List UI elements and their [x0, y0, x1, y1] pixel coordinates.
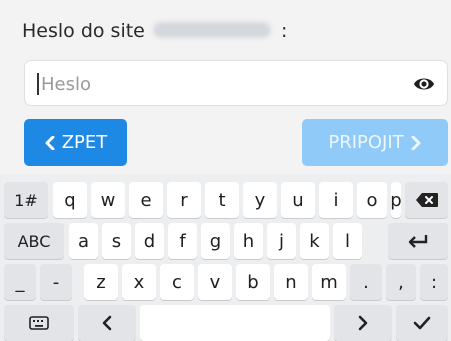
arrow-right-icon: [358, 315, 368, 331]
key-space[interactable]: [140, 305, 330, 341]
key-enter[interactable]: [388, 223, 448, 259]
key-v[interactable]: v: [198, 264, 232, 300]
key-w[interactable]: w: [91, 182, 125, 218]
arrow-left-icon: [102, 315, 112, 331]
key-g[interactable]: g: [201, 223, 230, 259]
key-period[interactable]: .: [350, 264, 382, 300]
checkmark-icon: [413, 316, 431, 330]
key-u[interactable]: u: [281, 182, 315, 218]
prompt-suffix: :: [280, 20, 288, 42]
key-e[interactable]: e: [129, 182, 163, 218]
backspace-icon: [415, 193, 438, 207]
connect-button-label: PRIPOJIT: [328, 132, 404, 153]
network-name-redacted: [152, 22, 271, 38]
key-c[interactable]: c: [160, 264, 194, 300]
key-t[interactable]: t: [205, 182, 239, 218]
key-y[interactable]: y: [243, 182, 277, 218]
key-o[interactable]: o: [357, 182, 387, 218]
on-screen-keyboard: 1# q w e r t y u i o p ABC a s d f g h j…: [0, 174, 451, 341]
key-cursor-left[interactable]: [78, 305, 136, 341]
key-s[interactable]: s: [102, 223, 131, 259]
key-comma[interactable]: ,: [386, 264, 416, 300]
key-n[interactable]: n: [274, 264, 308, 300]
chevron-right-icon: [411, 135, 421, 150]
prompt-label: Heslo do site: [22, 20, 145, 42]
password-field[interactable]: [24, 60, 448, 106]
key-l[interactable]: l: [333, 223, 362, 259]
key-x[interactable]: x: [122, 264, 156, 300]
key-r[interactable]: r: [167, 182, 201, 218]
key-j[interactable]: j: [267, 223, 296, 259]
password-input[interactable]: [41, 70, 401, 98]
text-caret: [37, 73, 39, 95]
key-a[interactable]: a: [69, 223, 98, 259]
key-abc[interactable]: ABC: [4, 223, 64, 259]
key-colon[interactable]: :: [420, 264, 448, 300]
eye-icon[interactable]: [413, 74, 435, 94]
key-b[interactable]: b: [236, 264, 270, 300]
chevron-left-icon: [45, 135, 55, 150]
key-h[interactable]: h: [234, 223, 263, 259]
key-cursor-right[interactable]: [334, 305, 392, 341]
keyboard-icon: [29, 316, 49, 330]
key-symbols[interactable]: 1#: [4, 182, 48, 218]
key-z[interactable]: z: [84, 264, 118, 300]
back-button[interactable]: ZPET: [24, 119, 127, 166]
back-button-label: ZPET: [61, 132, 108, 153]
key-backspace[interactable]: [405, 182, 448, 218]
key-hyphen[interactable]: -: [40, 264, 72, 300]
network-prompt: Heslo do site :: [22, 20, 287, 42]
key-f[interactable]: f: [168, 223, 197, 259]
wifi-password-dialog: Heslo do site : ZPET PRIPOJIT: [0, 0, 451, 174]
key-q[interactable]: q: [53, 182, 87, 218]
key-done[interactable]: [396, 305, 448, 341]
key-keyboard[interactable]: [4, 305, 74, 341]
connect-button[interactable]: PRIPOJIT: [302, 119, 448, 166]
key-d[interactable]: d: [135, 223, 164, 259]
key-i[interactable]: i: [319, 182, 353, 218]
key-k[interactable]: k: [300, 223, 329, 259]
enter-icon: [408, 235, 428, 248]
key-m[interactable]: m: [312, 264, 346, 300]
key-underscore[interactable]: _: [4, 264, 36, 300]
key-p[interactable]: p: [390, 182, 402, 218]
